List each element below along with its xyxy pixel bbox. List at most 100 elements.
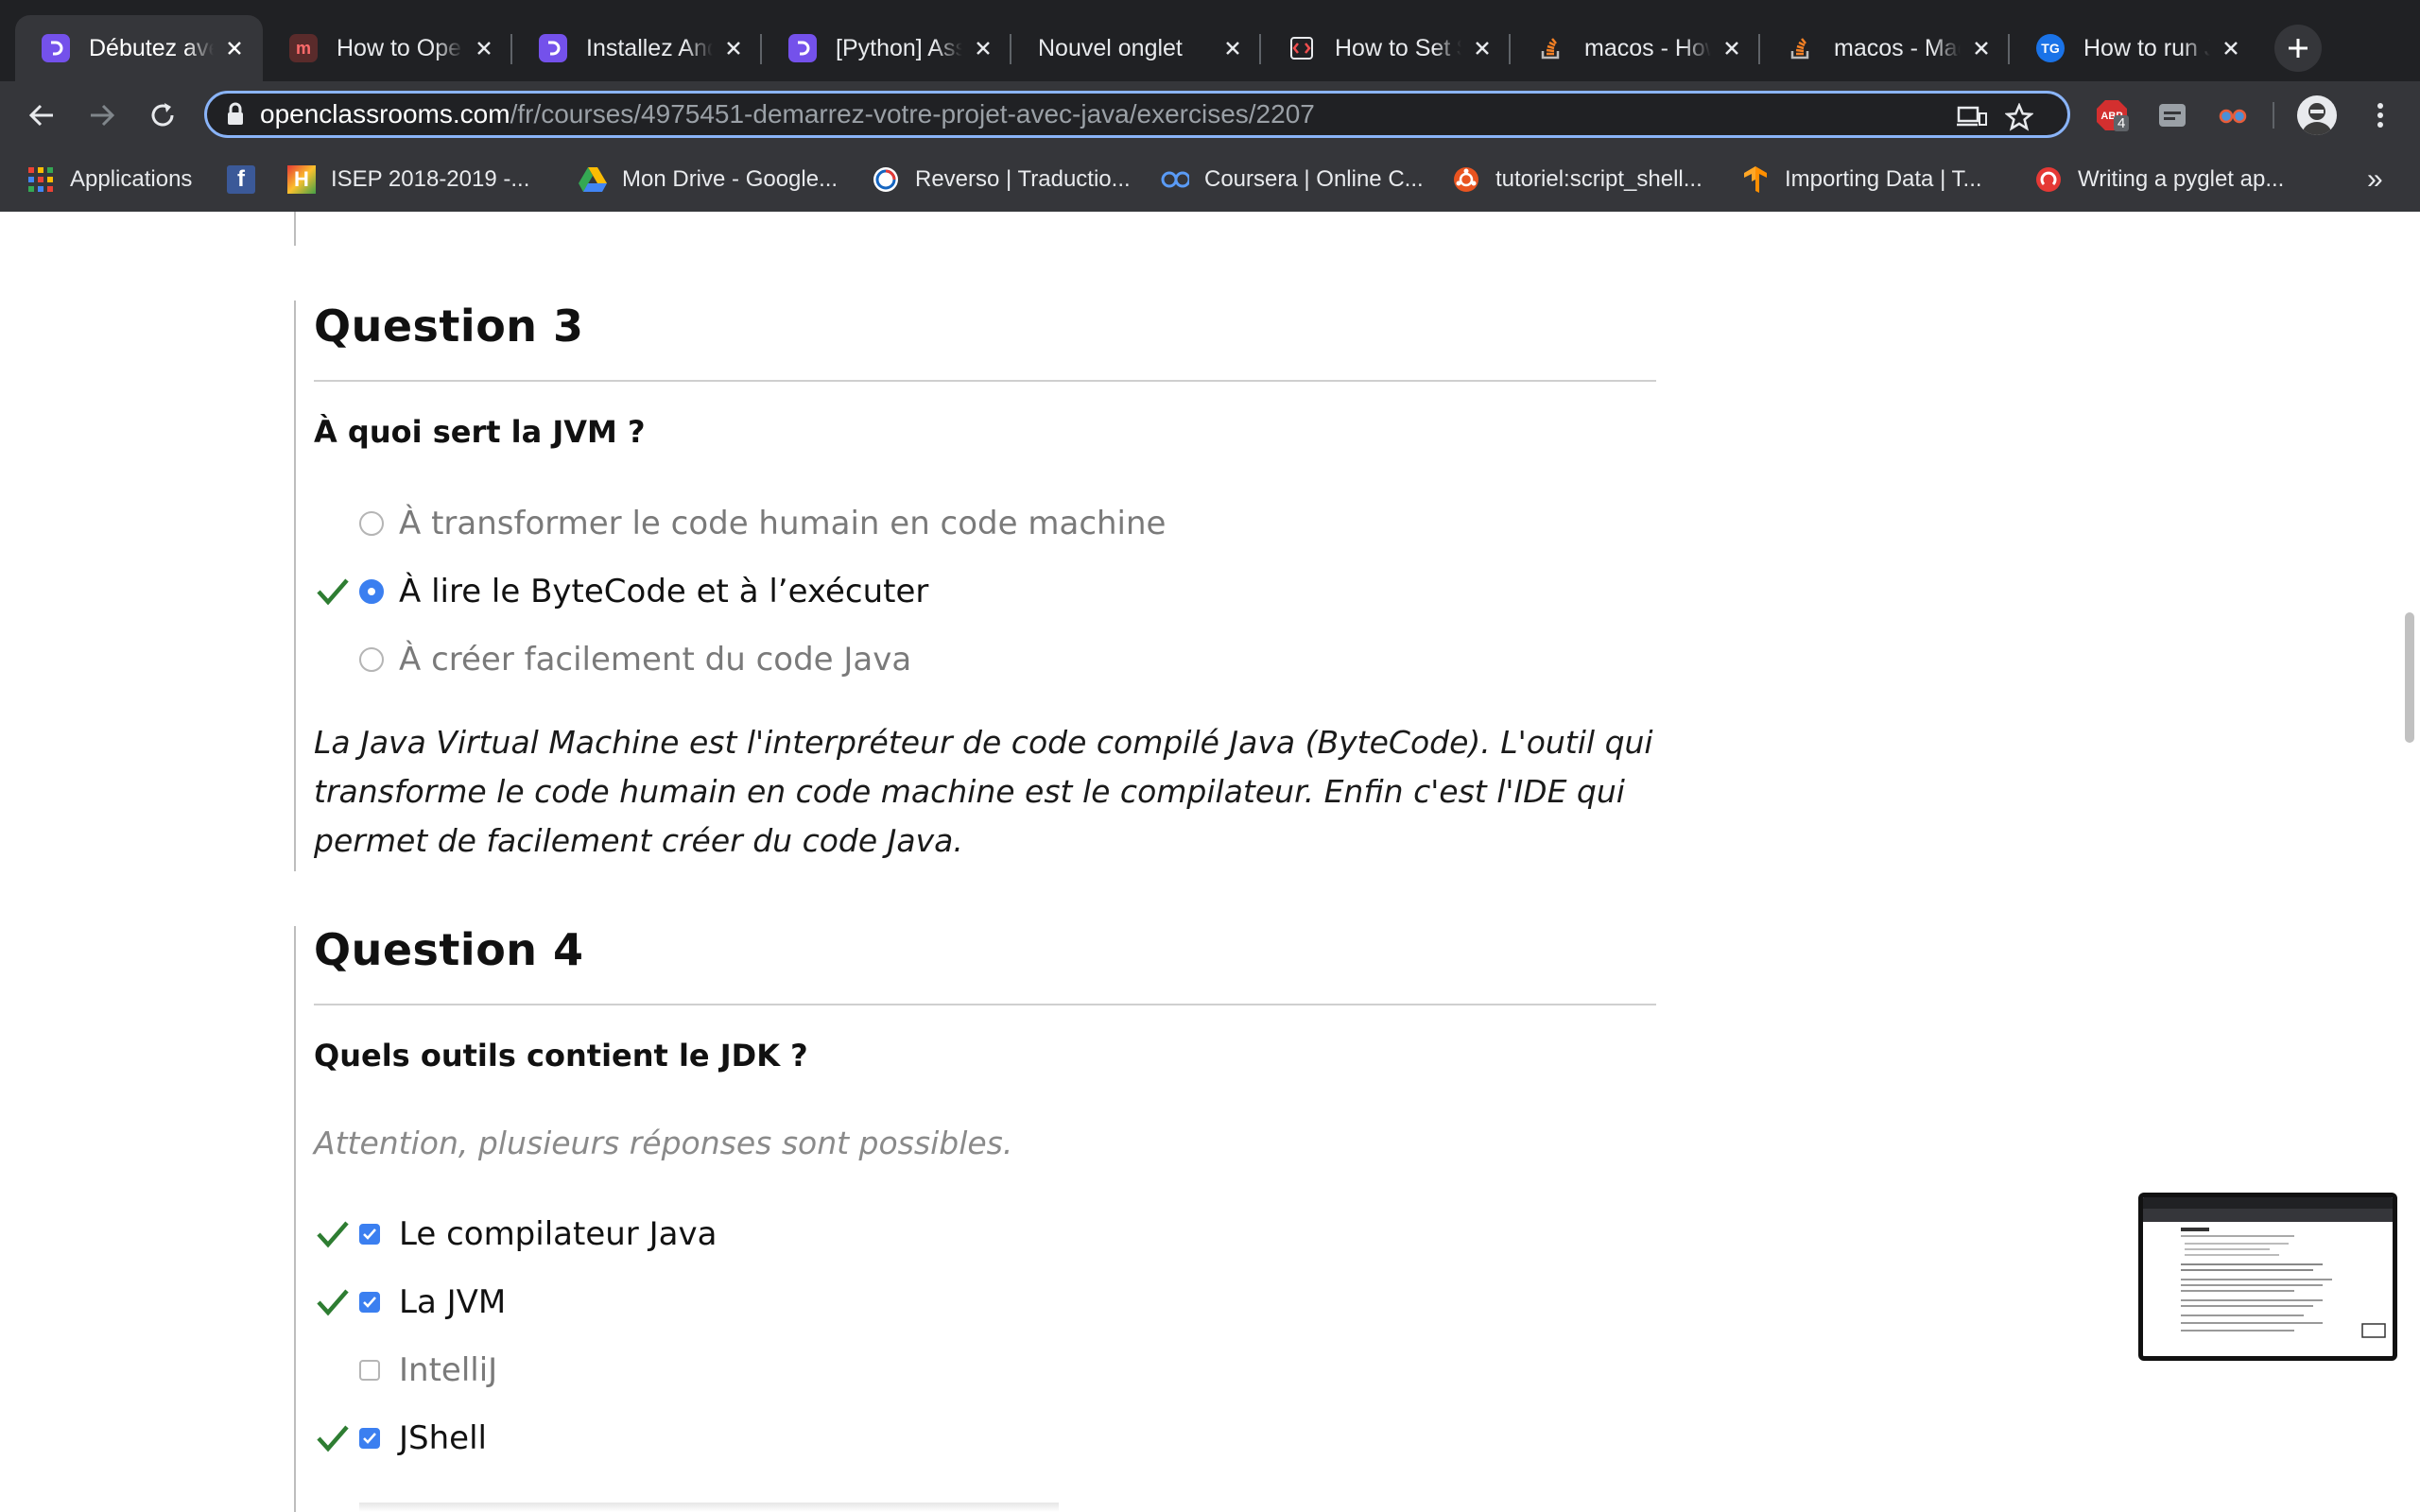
tab-macos-mac[interactable]: macos - Mac (1760, 15, 2010, 81)
option-label: À lire le ByteCode et à l’exécuter (399, 573, 929, 610)
more-bookmarks-button[interactable]: » (2367, 163, 2383, 197)
openclassrooms-icon (539, 34, 567, 62)
radio-button[interactable] (359, 511, 384, 536)
tab-title: macos - Mac (1834, 34, 1961, 61)
q3-option-1[interactable]: À transformer le code humain en code mac… (314, 497, 1166, 550)
option-label: À créer facilement du code Java (399, 641, 912, 679)
forward-button[interactable] (79, 93, 125, 138)
bookmark-importing-data[interactable]: Importing Data | T... (1741, 163, 1982, 197)
browser-toolbar: openclassrooms.com/fr/courses/4975451-de… (0, 81, 2420, 149)
section-border (294, 926, 296, 1512)
option-label: La JVM (399, 1283, 507, 1321)
tab-macos-how[interactable]: macos - How (1511, 15, 1760, 81)
extension-button[interactable] (2155, 98, 2189, 132)
tab-title: [Python] Ass (836, 34, 962, 61)
cast-button[interactable] (1956, 101, 1988, 133)
bookmark-mon-drive[interactable]: Mon Drive - Google... (579, 163, 838, 197)
checkbox-checked[interactable] (359, 1292, 380, 1313)
checkmark-icon (314, 1215, 352, 1253)
explanation-line: La Java Virtual Machine est l'interpréte… (314, 724, 1653, 761)
stackoverflow-icon (1537, 34, 1565, 62)
tab-installez[interactable]: Installez And (512, 15, 762, 81)
tab-title: Nouvel onglet (1038, 34, 1183, 61)
card-icon (2159, 104, 2186, 127)
new-tab-button[interactable] (2274, 25, 2322, 72)
page-content: Question 3 À quoi sert la JVM ? À transf… (0, 212, 2420, 1512)
close-icon[interactable] (1219, 35, 1246, 61)
screenshot-thumbnail[interactable] (2138, 1193, 2397, 1361)
tab-how-to-set[interactable]: How to Set $ (1261, 15, 1511, 81)
tab-debutez[interactable]: Débutez ave (15, 15, 263, 81)
medium-icon: m (289, 34, 318, 62)
checkbox-checked[interactable] (359, 1428, 380, 1449)
bookmark-tutoriel[interactable]: tutoriel:script_shell... (1452, 163, 1703, 197)
radio-button-selected[interactable] (359, 579, 384, 604)
address-bar[interactable]: openclassrooms.com/fr/courses/4975451-de… (204, 91, 2070, 138)
apps-grid-icon (26, 165, 55, 194)
profile-avatar[interactable] (2297, 95, 2337, 135)
page-scrollbar[interactable] (2405, 612, 2414, 743)
checkbox-checked[interactable] (359, 1224, 380, 1245)
close-icon[interactable] (1469, 35, 1495, 61)
lock-icon (228, 102, 243, 125)
bookmark-label: Coursera | Online C... (1204, 166, 1424, 192)
bookmark-label: Reverso | Traductio... (915, 166, 1131, 192)
close-icon[interactable] (471, 35, 497, 61)
checkmark-icon (314, 1283, 352, 1321)
code-icon (1288, 34, 1316, 62)
bookmark-facebook[interactable]: f (227, 163, 255, 197)
google-drive-icon (579, 165, 607, 194)
bookmark-star-button[interactable] (2003, 101, 2035, 133)
bookmark-isep[interactable]: H ISEP 2018-2019 -... (287, 163, 529, 197)
tab-how-to-oper[interactable]: m How to Oper (263, 15, 512, 81)
openclassrooms-icon (42, 34, 70, 62)
q4-option-2[interactable]: La JVM (314, 1276, 506, 1329)
q4-option-3[interactable]: IntelliJ (314, 1344, 497, 1397)
ubuntu-icon (1452, 165, 1480, 194)
bookmark-label: Writing a pyglet ap... (2078, 166, 2285, 192)
radio-button[interactable] (359, 647, 384, 672)
tab-title: Installez And (586, 34, 713, 61)
tab-how-to-run[interactable]: TG How to run J (2010, 15, 2259, 81)
close-icon[interactable] (970, 35, 996, 61)
plus-icon (2289, 39, 2308, 58)
back-button[interactable] (19, 93, 64, 138)
q4-option-1[interactable]: Le compilateur Java (314, 1208, 717, 1261)
option-label: JShell (399, 1419, 487, 1457)
openclassrooms-icon (788, 34, 817, 62)
chevron-double-right-icon: » (2367, 163, 2383, 195)
q3-option-3[interactable]: À créer facilement du code Java (314, 633, 911, 686)
reload-button[interactable] (140, 93, 185, 138)
option-label: À transformer le code humain en code mac… (399, 505, 1167, 542)
bookmark-label: Applications (70, 166, 193, 192)
close-icon[interactable] (2218, 35, 2244, 61)
extension-button[interactable] (2216, 98, 2250, 132)
checkmark-icon (314, 573, 352, 610)
close-icon[interactable] (1719, 35, 1745, 61)
bookmarks-bar: Applications f H ISEP 2018-2019 -... Mon… (0, 149, 2420, 212)
close-icon[interactable] (221, 35, 248, 61)
close-icon[interactable] (720, 35, 747, 61)
bookmark-pyglet[interactable]: Writing a pyglet ap... (2034, 163, 2284, 197)
bookmark-label: ISEP 2018-2019 -... (331, 166, 530, 192)
adblock-extension[interactable]: ABP 4 (2095, 98, 2130, 132)
extension-badge: 4 (2114, 115, 2130, 131)
chrome-menu-button[interactable] (2363, 98, 2397, 132)
thumbnail-preview-image (2143, 1197, 2393, 1338)
tab-title: macos - How (1584, 34, 1711, 61)
tab-nouvel-onglet[interactable]: Nouvel onglet (1011, 15, 1261, 81)
bookmark-applications[interactable]: Applications (26, 163, 192, 197)
close-icon[interactable] (1968, 35, 1995, 61)
question-3-divider (314, 380, 1656, 382)
checkbox[interactable] (359, 1360, 380, 1381)
pyglet-icon (2034, 165, 2063, 194)
q4-option-4[interactable]: JShell (314, 1412, 487, 1465)
bookmark-coursera[interactable]: Coursera | Online C... (1161, 163, 1424, 197)
bookmark-reverso[interactable]: Reverso | Traductio... (872, 163, 1131, 197)
tab-python[interactable]: [Python] Ass (762, 15, 1011, 81)
q3-option-2[interactable]: À lire le ByteCode et à l’exécuter (314, 565, 928, 618)
reload-icon (151, 103, 174, 127)
question-4-title: Question 4 (314, 924, 584, 975)
